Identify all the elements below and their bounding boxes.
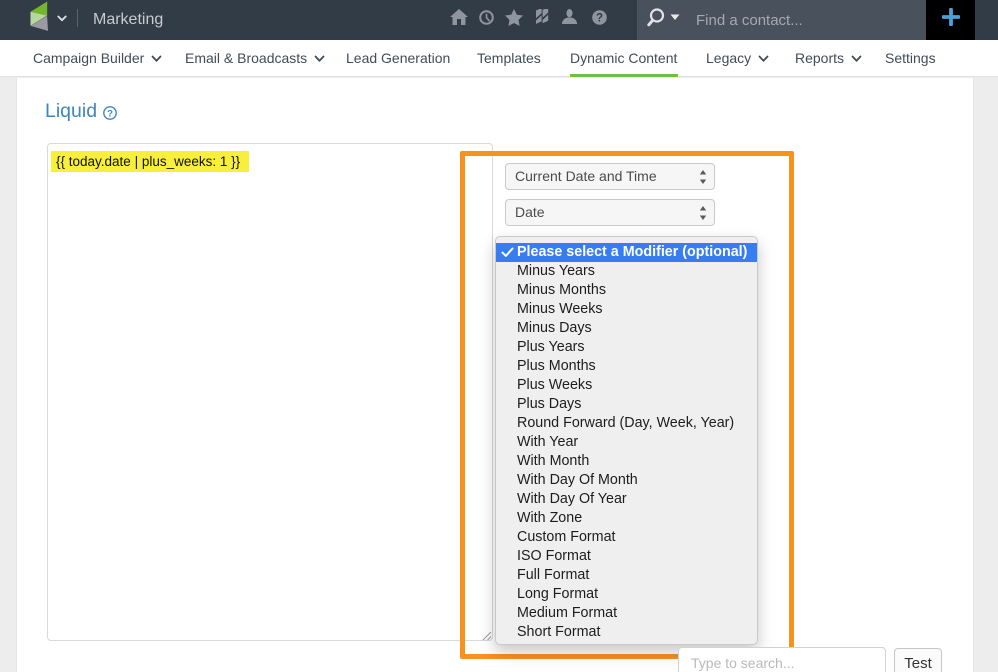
svg-text:?: ? [596, 13, 603, 25]
svg-text:?: ? [107, 108, 113, 119]
